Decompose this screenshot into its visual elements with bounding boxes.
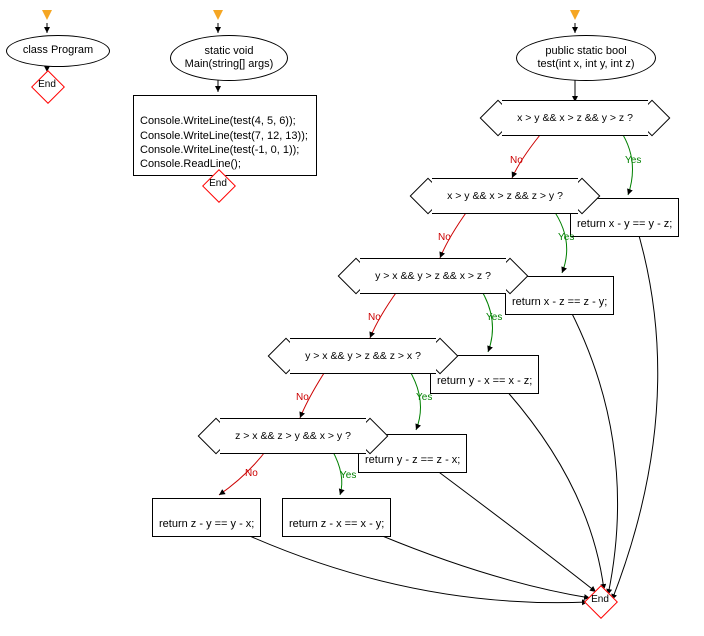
decision-5: z > x && z > y && x > y ? [208, 418, 378, 454]
decision-5-text: z > x && z > y && x > y ? [235, 430, 351, 442]
end-label: End [32, 79, 62, 90]
end-label: End [585, 594, 615, 605]
end-node-col1: End [32, 73, 62, 99]
yes-label: Yes [625, 155, 641, 166]
yes-label: Yes [340, 470, 356, 481]
no-label: No [245, 468, 258, 479]
decision-1: x > y && x > z && y > z ? [490, 100, 660, 136]
start-arrow-icon [42, 10, 52, 20]
decision-1-text: x > y && x > z && y > z ? [517, 112, 633, 124]
yes-label: Yes [416, 392, 432, 403]
return-4-text: return y - z == z - x; [365, 454, 460, 466]
decision-3-text: y > x && y > z && x > z ? [375, 270, 491, 282]
yes-label: Yes [486, 312, 502, 323]
test-method-label: public static bool test(int x, int y, in… [538, 45, 635, 71]
end-label: End [203, 178, 233, 189]
no-label: No [368, 312, 381, 323]
test-method-ellipse: public static bool test(int x, int y, in… [516, 35, 656, 81]
no-label: No [296, 392, 309, 403]
main-method-ellipse: static void Main(string[] args) [170, 35, 288, 81]
main-method-label: static void Main(string[] args) [185, 45, 274, 71]
decision-2-text: x > y && x > z && z > y ? [447, 190, 563, 202]
main-body-rect: Console.WriteLine(test(4, 5, 6)); Consol… [133, 95, 317, 176]
flowchart-edges [0, 0, 704, 636]
final-return: return z - y == y - x; [152, 498, 261, 537]
end-node-col3: End [585, 588, 615, 614]
end-node-col2: End [203, 172, 233, 198]
decision-2: x > y && x > z && z > y ? [420, 178, 590, 214]
class-program-label: class Program [23, 44, 93, 57]
no-label: No [438, 232, 451, 243]
no-label: No [510, 155, 523, 166]
return-2-text: return x - z == z - y; [512, 296, 607, 308]
class-program-ellipse: class Program [6, 35, 110, 67]
return-3-text: return y - x == x - z; [437, 375, 532, 387]
start-arrow-icon [213, 10, 223, 20]
final-return-text: return z - y == y - x; [159, 518, 254, 530]
return-5-text: return z - x == x - y; [289, 518, 384, 530]
main-body-text: Console.WriteLine(test(4, 5, 6)); Consol… [140, 115, 308, 170]
return-1-text: return x - y == y - z; [577, 218, 672, 230]
start-arrow-icon [570, 10, 580, 20]
decision-4-text: y > x && y > z && z > x ? [305, 350, 421, 362]
yes-label: Yes [558, 232, 574, 243]
return-5: return z - x == x - y; [282, 498, 391, 537]
decision-3: y > x && y > z && x > z ? [348, 258, 518, 294]
decision-4: y > x && y > z && z > x ? [278, 338, 448, 374]
